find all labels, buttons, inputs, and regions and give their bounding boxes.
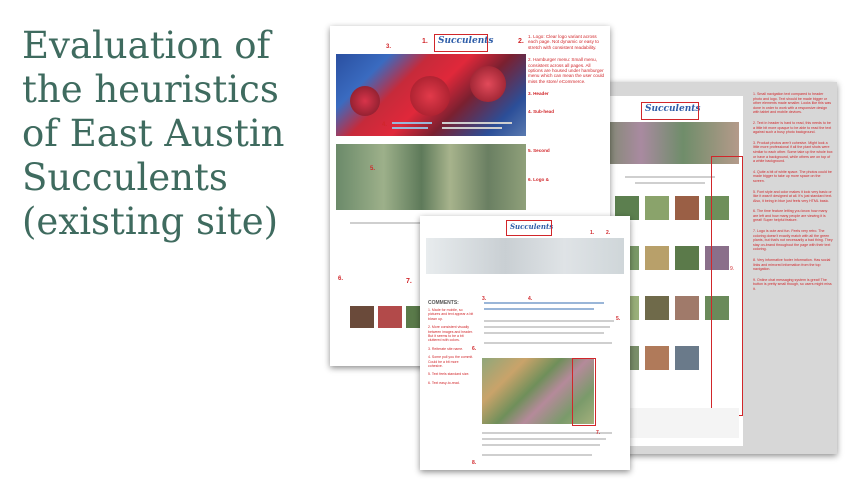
num: 2. [606, 230, 611, 236]
comment: 1. Made for mobile, so pictures and text… [428, 308, 474, 321]
notes-column: 1. Small navigation text compared to hea… [753, 92, 833, 298]
title-line-2: the heuristics [22, 68, 279, 111]
num: 8. [472, 460, 477, 466]
note: 7. Logo is cute and fun. Feels very retr… [753, 229, 833, 252]
note: 4. Quite a bit of white space. The photo… [753, 169, 832, 183]
title-line-1: Evaluation of [22, 24, 271, 67]
num: 2. [518, 38, 524, 45]
title-line-3: of East Austin [22, 112, 285, 155]
title-line-5: (existing site) [22, 200, 279, 243]
note: 9. Online chat messaging system is great… [753, 277, 832, 291]
num: 5. [370, 166, 376, 172]
note: 6. Logo & [528, 177, 549, 183]
doc-heuristics-front: Succulents COMMENTS: 1. Made for mobile,… [420, 216, 630, 470]
note: 3. Header [528, 91, 549, 97]
note: 3. Product photos aren't cohesive. Might… [753, 140, 833, 164]
annotation-box [572, 358, 596, 426]
num: 5. [616, 316, 621, 322]
num: 6. [472, 346, 477, 352]
note: 5. Font style and color makes it look ve… [753, 189, 833, 203]
num: 3. [386, 44, 392, 50]
num: 7. [596, 430, 601, 436]
header-photo [426, 238, 624, 274]
comments-column: 1. Made for mobile, so pictures and text… [428, 308, 474, 389]
num: 3. [482, 296, 487, 302]
note: 4. Sub-head [528, 108, 555, 114]
annotation-box [711, 156, 743, 416]
comment: 2. More consistent visually between imag… [428, 325, 473, 343]
notes-column: 1. Logo: Clear logo variant across each … [528, 34, 606, 183]
num: 6. [338, 276, 344, 282]
num: 7. [406, 278, 412, 285]
comment: 6. Text easy-to-read. [428, 380, 460, 385]
num: 4. [382, 122, 388, 128]
num: 1. [590, 230, 595, 236]
note: 1. Logo: Clear logo variant across each … [528, 34, 599, 50]
note: 6. The time feature letting you know how… [753, 209, 828, 223]
comment: 5. Text feels standard size. [428, 372, 470, 377]
slide-title: Evaluation of the heuristics of East Aus… [22, 24, 322, 244]
num: 1. [422, 38, 428, 45]
note: 5. Second [528, 148, 550, 154]
title-line-4: Succulents [22, 156, 228, 199]
num: 4. [528, 296, 533, 302]
note: 2. Text in header is hard to read, this … [753, 120, 832, 135]
note: 1. Small navigation text compared to hea… [753, 92, 832, 115]
comment: 4. Some pull you the commit. Could be a … [428, 355, 474, 369]
annotation-box [434, 34, 488, 52]
comment: 3. Reiterate site name. [428, 346, 464, 351]
annotation-box [506, 220, 552, 236]
comments-heading: COMMENTS: [428, 300, 459, 306]
annotation-box [641, 102, 699, 120]
side-number: 9. [730, 266, 735, 272]
note: 2. Hamburger menu: Small menu, consisten… [528, 57, 605, 84]
note: 8. Very informative footer information. … [753, 258, 831, 272]
